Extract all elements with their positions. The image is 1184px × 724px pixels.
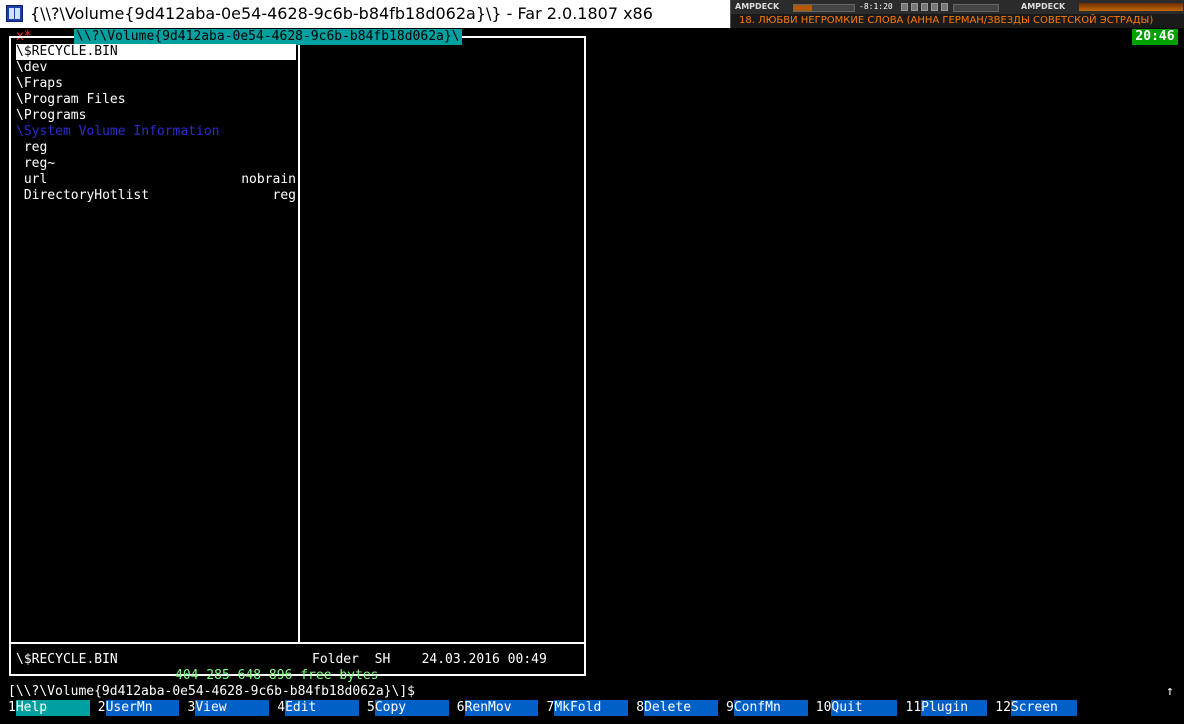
play-icon[interactable] [911,3,918,11]
file-row[interactable]: reg [16,140,296,156]
function-key-bar: 1 Help 2 UserMn 3 View 4 Edit 5 Copy 6 RenMov 7 MkFol… [0,700,1184,716]
fkey-copy[interactable]: 5 Copy [367,700,449,716]
fkey-label: Edit [285,700,359,716]
prev-icon[interactable] [901,3,908,11]
file-row[interactable]: \Programs [16,108,296,124]
panel-column-divider [298,36,300,644]
stop-icon[interactable] [931,3,938,11]
command-line-prompt[interactable]: [\\?\Volume{9d412aba-0e54-4628-9c6b-b84f… [8,684,415,700]
file-list[interactable]: \$RECYCLE.BIN \dev \Fraps \Program Files \Pr… [16,44,296,204]
fkey-label: Delete [644,700,718,716]
fkey-label: Plugin [921,700,987,716]
fkey-label: ConfMn [733,700,808,716]
player-progress-fill [794,5,812,11]
file-name: DirectoryHotlist [16,188,150,203]
fkey-help[interactable]: 1 Help [8,700,90,716]
next-icon[interactable] [941,3,948,11]
fkey-label: RenMov [464,700,539,716]
file-size: reg [272,188,296,203]
player-logo-right: AMPDECK [1021,2,1066,11]
pause-icon[interactable] [921,3,928,11]
fkey-quit[interactable]: 10 Quit [815,700,898,716]
volume-slider[interactable] [953,4,999,12]
window-title: {\\?\Volume{9d412aba-0e54-4628-9c6b-b84f… [30,4,653,23]
file-name: url [16,172,48,187]
fkey-number: 11 [905,700,922,716]
player-track-title: 18. ЛЮБВИ НЕГРОМКИЕ СЛОВА (АННА ГЕРМАН/З… [739,15,1154,26]
far-manager-icon [6,5,23,22]
fkey-label: Quit [831,700,898,716]
status-file-info: Folder SH 24.03.2016 00:49 [312,652,547,667]
fkey-mkfold[interactable]: 7 MkFold [546,700,629,716]
file-size: nobrain [241,172,296,187]
file-name: \Fraps [16,76,63,91]
far-console: x* 20:46 \\?\Volume{9d412aba-0e54-4628-9… [0,28,1184,724]
free-space-label: 404 285 648 896 free bytes [175,668,379,683]
file-row[interactable]: \Program Files [16,92,296,108]
fkey-view[interactable]: 3 View [187,700,270,716]
fkey-number: 5 [367,700,375,716]
fkey-number: 8 [636,700,645,716]
status-file-name: \$RECYCLE.BIN [16,652,118,667]
player-controls-row: AMPDECK -8:1:20 AMPDECK [731,0,1184,14]
fkey-number: 1 [8,700,16,716]
fkey-label: Screen [1010,700,1077,716]
file-name: \System Volume Information [16,124,220,139]
fkey-number: 4 [277,700,286,716]
fkey-edit[interactable]: 4 Edit [277,700,359,716]
file-row[interactable]: reg~ [16,156,296,172]
fkey-label: Copy [374,700,449,716]
fkey-delete[interactable]: 8 Delete [636,700,718,716]
fkey-number: 12 [995,700,1011,716]
fkey-confmn[interactable]: 9 ConfMn [726,700,808,716]
player-progress-bar[interactable] [793,4,855,12]
window-title-bar[interactable]: {\\?\Volume{9d412aba-0e54-4628-9c6b-b84f… [0,0,1184,28]
fkey-screen[interactable]: 12 Screen [995,700,1077,716]
fkey-label: View [195,700,270,716]
fkey-renmov[interactable]: 6 RenMov [456,700,539,716]
file-row[interactable]: url nobrain [16,172,296,188]
fkey-plugin[interactable]: 11 Plugin [905,700,987,716]
fkey-number: 3 [187,700,196,716]
player-time: -8:1:20 [859,2,893,11]
fkey-number: 2 [97,700,106,716]
file-row[interactable]: \$RECYCLE.BIN [16,44,296,60]
file-name: reg~ [16,156,56,171]
file-name: \Programs [16,108,87,123]
clock: 20:46 [1132,29,1178,45]
scroll-up-icon[interactable]: ↑ [1166,684,1174,700]
fkey-label: Help [15,700,90,716]
file-row[interactable]: \System Volume Information [16,124,296,140]
fkey-label: MkFold [554,700,629,716]
file-name: \Program Files [16,92,126,107]
file-name: \$RECYCLE.BIN [16,44,118,59]
fkey-number: 7 [546,700,555,716]
file-row[interactable]: DirectoryHotlist reg [16,188,296,204]
file-row[interactable]: \dev [16,60,296,76]
fkey-number: 10 [815,700,832,716]
file-name: \dev [16,60,48,75]
panel-path-header[interactable]: \\?\Volume{9d412aba-0e54-4628-9c6b-b84fb… [74,29,462,45]
fkey-number: 6 [456,700,465,716]
vu-meter [1079,3,1183,11]
fkey-usermn[interactable]: 2 UserMn [97,700,180,716]
fkey-number: 9 [726,700,734,716]
fkey-label: UserMn [105,700,180,716]
panel-status-separator [9,642,586,644]
file-row[interactable]: \Fraps [16,76,296,92]
music-player-widget[interactable]: AMPDECK -8:1:20 AMPDECK 18. ЛЮБВИ НЕГРОМ… [730,0,1184,28]
file-name: reg [16,140,48,155]
player-logo-left: AMPDECK [735,2,780,11]
